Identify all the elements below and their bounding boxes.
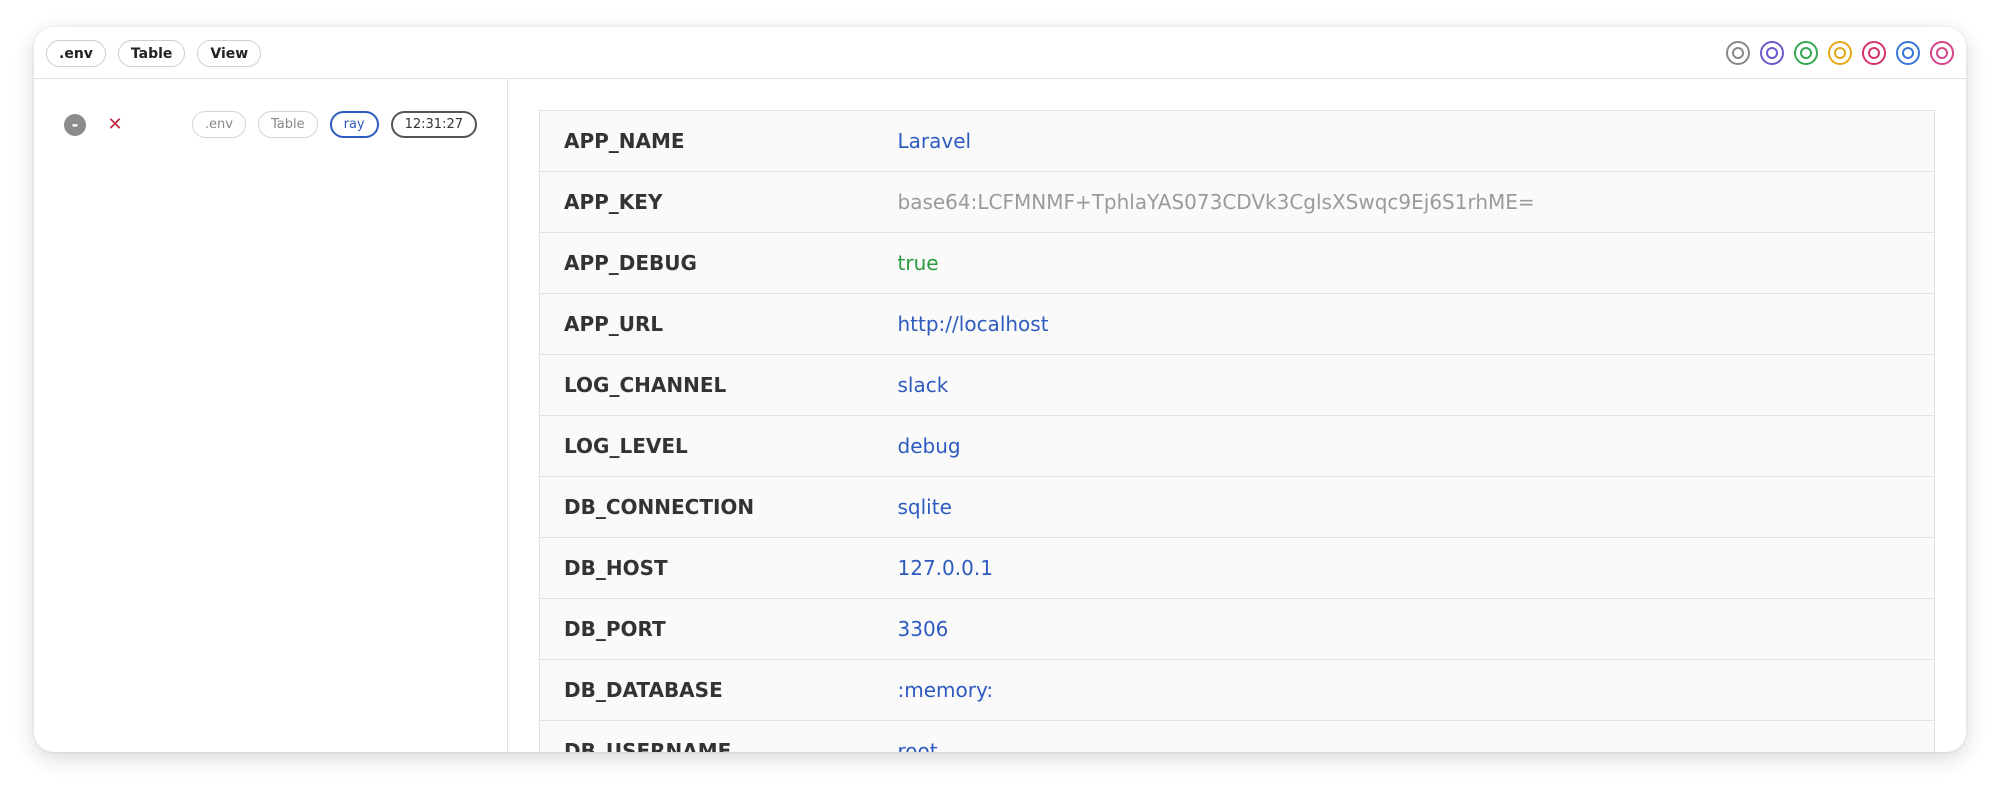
table-row: DB_USERNAME root [539,720,1935,752]
filter-pill-view[interactable]: View [197,40,262,67]
env-value: slack [897,354,1935,416]
table-row: APP_NAME Laravel [539,110,1935,172]
app-window: .env Table View - ✕ .env Table ray 12:31… [34,27,1966,752]
color-filter-purple-icon[interactable] [1760,41,1784,65]
env-table: APP_NAME Laravel APP_KEY base64:LCFMNMF+Tph… [539,110,1935,752]
table-row: DB_DATABASE:memory: [539,659,1935,721]
entry-tag-env: .env [191,111,246,138]
env-key: APP_DEBUG [539,232,898,294]
env-value: root [897,720,1935,752]
env-value: 127.0.0.1 [897,537,1935,599]
env-value: :memory: [897,659,1935,721]
color-filter-green-icon[interactable] [1794,41,1818,65]
sidebar: - ✕ .env Table ray 12:31:27 [34,79,508,752]
collapse-icon[interactable]: - [64,114,86,136]
env-key: DB_CONNECTION [539,476,898,538]
env-key: LOG_LEVEL [539,415,898,477]
table-row: LOG_CHANNEL slack [539,354,1935,416]
color-filter-pink-icon[interactable] [1930,41,1954,65]
entry-tags: .env Table ray 12:31:27 [191,111,477,138]
filter-pill-env[interactable]: .env [46,40,106,67]
entry-tag-table: Table [257,111,318,138]
top-toolbar: .env Table View [34,27,1966,79]
color-filter-orange-icon[interactable] [1828,41,1852,65]
color-filter-red-icon[interactable] [1862,41,1886,65]
table-row: APP_DEBUG true [539,232,1935,294]
env-value: base64:LCFMNMF+TphlaYAS073CDVk3CglsXSwqc… [897,171,1935,233]
env-value: true [897,232,1935,294]
env-key: APP_URL [539,293,898,355]
table-row: DB_CONNECTION sqlite [539,476,1935,538]
entry-origin-badge: ray [329,111,379,138]
table-row: DB_PORT 3306 [539,598,1935,660]
env-key: APP_KEY [539,171,898,233]
env-key: DB_DATABASE [539,659,898,721]
filter-pill-table[interactable]: Table [117,40,186,67]
env-key: DB_USERNAME [539,720,898,752]
color-filter-blue-icon[interactable] [1896,41,1920,65]
env-key: LOG_CHANNEL [539,354,898,416]
table-row: APP_URL http://localhost [539,293,1935,355]
env-value: debug [897,415,1935,477]
entry-timestamp: 12:31:27 [390,111,477,138]
env-value: 3306 [897,598,1935,660]
env-value: Laravel [897,110,1935,172]
table-row: LOG_LEVEL debug [539,415,1935,477]
env-value: http://localhost [897,293,1935,355]
env-value: sqlite [897,476,1935,538]
table-row: APP_KEY base64:LCFMNMF+TphlaYAS073CDVk3Cg… [539,171,1935,233]
color-filter-gray-icon[interactable] [1726,41,1750,65]
env-key: APP_NAME [539,110,898,172]
main-content: APP_NAME Laravel APP_KEY base64:LCFMNMF+Tph… [508,79,1966,752]
table-row: DB_HOST 127.0.0.1 [539,537,1935,599]
env-key: DB_HOST [539,537,898,599]
color-filter-group [1726,41,1954,65]
log-entry[interactable]: - ✕ .env Table ray 12:31:27 [64,111,477,139]
close-icon[interactable]: ✕ [104,113,126,135]
filter-pills: .env Table View [46,40,262,67]
env-key: DB_PORT [539,598,898,660]
